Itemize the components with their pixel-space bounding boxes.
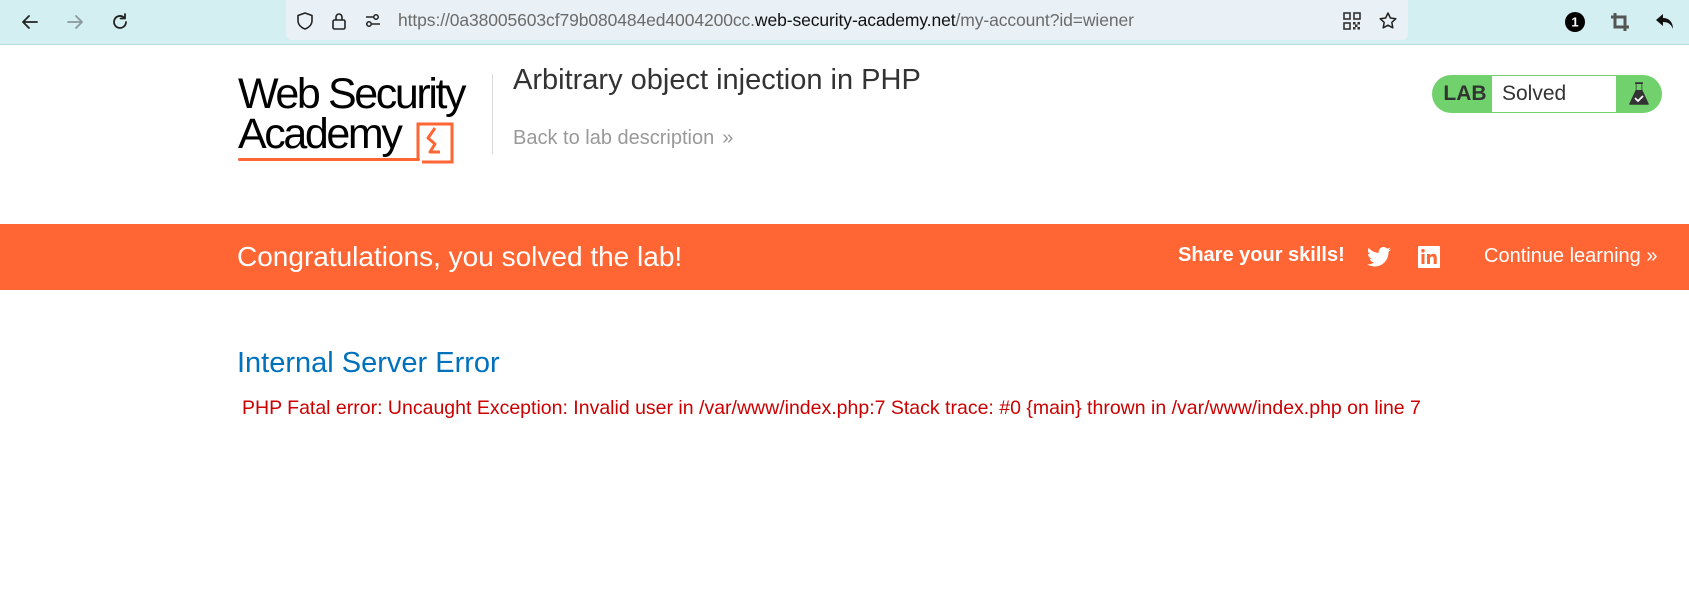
error-message: PHP Fatal error: Uncaught Exception: Inv…: [242, 397, 1421, 419]
crop-button[interactable]: [1607, 9, 1633, 35]
shield-icon: [297, 12, 313, 30]
continue-learning-link[interactable]: Continue learning »: [1484, 245, 1657, 268]
flask-check-icon: [1629, 82, 1649, 105]
undo-icon: [1656, 14, 1673, 29]
lab-status-value: Solved: [1492, 76, 1616, 112]
web-security-academy-logo[interactable]: Web Security Academy: [238, 72, 488, 164]
double-chevron-right-icon: »: [1646, 245, 1658, 267]
site-security-button[interactable]: [328, 10, 350, 32]
qr-code-button[interactable]: [1341, 10, 1363, 32]
crop-icon: [1611, 13, 1629, 31]
continue-learning-label: Continue learning: [1484, 245, 1641, 267]
logo-underline: [238, 158, 420, 161]
lab-status-widget: LAB Solved: [1432, 75, 1662, 113]
header-divider: [492, 74, 493, 154]
undo-button[interactable]: [1652, 9, 1678, 35]
back-icon: [22, 15, 38, 29]
reload-icon: [113, 13, 127, 29]
double-chevron-right-icon: »: [722, 127, 734, 149]
reload-button[interactable]: [105, 8, 135, 36]
share-skills-label: Share your skills!: [1178, 244, 1345, 266]
back-button[interactable]: [15, 8, 45, 36]
error-title: Internal Server Error: [237, 347, 500, 379]
lock-icon: [332, 13, 346, 30]
linkedin-share-button[interactable]: [1416, 244, 1442, 270]
bookmark-button[interactable]: [1377, 10, 1399, 32]
back-link-label: Back to lab description: [513, 127, 715, 149]
solved-banner: Congratulations, you solved the lab! Sha…: [0, 224, 1689, 290]
twitter-share-button[interactable]: [1366, 244, 1392, 270]
twitter-icon: [1367, 246, 1391, 267]
logo-text-line2: Academy: [238, 110, 403, 158]
extension-badge-icon: 1: [1565, 12, 1585, 32]
url-path: /my-account?id=wiener: [955, 10, 1134, 30]
lab-status-label: LAB: [1443, 82, 1487, 105]
permissions-button[interactable]: [362, 10, 384, 32]
lab-title: Arbitrary object injection in PHP: [513, 64, 921, 96]
logo-flame-icon: [416, 122, 454, 164]
url-prefix: https://0a38005603cf79b080484ed4004200cc…: [398, 10, 755, 30]
linkedin-icon: [1418, 246, 1440, 268]
browser-toolbar: https://0a38005603cf79b080484ed4004200cc…: [0, 0, 1689, 45]
extension-badge-count: 1: [1571, 15, 1578, 30]
forward-button[interactable]: [60, 8, 90, 36]
qr-code-icon: [1343, 12, 1361, 30]
congratulations-message: Congratulations, you solved the lab!: [237, 241, 683, 272]
permissions-icon: [366, 14, 380, 27]
url-text[interactable]: https://0a38005603cf79b080484ed4004200cc…: [398, 10, 1134, 31]
bookmark-star-icon: [1379, 12, 1397, 29]
forward-icon: [67, 15, 83, 29]
tracking-protection-button[interactable]: [294, 10, 316, 32]
url-host: web-security-academy.net: [754, 10, 956, 30]
extension-button[interactable]: 1: [1562, 9, 1588, 35]
back-to-lab-description-link[interactable]: Back to lab description »: [513, 127, 733, 150]
address-bar[interactable]: https://0a38005603cf79b080484ed4004200cc…: [286, 0, 1408, 40]
